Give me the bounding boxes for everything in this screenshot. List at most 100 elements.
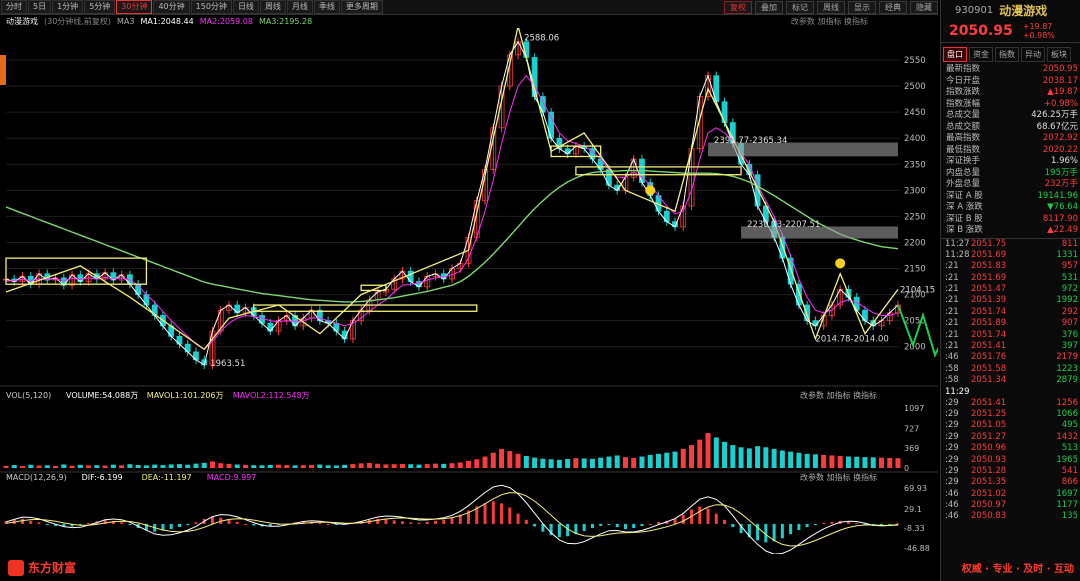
tick-price: 2051.27 [971, 431, 1007, 442]
tick-row: :21 2051.47 972 [941, 284, 1080, 295]
volume-bar [342, 464, 348, 468]
quote-header: 930901 动漫游戏 [941, 0, 1080, 20]
macd-tick-label: 69.93 [904, 484, 927, 493]
tick-price: 2051.28 [971, 465, 1007, 476]
stat-row: 最高指数 2072.92 [941, 133, 1080, 145]
last-price-label: 2104.15 [900, 286, 935, 296]
tick-time: :29 [945, 420, 959, 431]
param-buttons[interactable]: 改参数 加指标 换指标 [791, 16, 868, 27]
volume-bar [730, 445, 736, 468]
volume-bar [573, 458, 579, 468]
quote-tab[interactable]: 盘口 [943, 47, 967, 62]
period-button[interactable]: 40分钟 [153, 0, 190, 14]
stat-label: 最高指数 [946, 133, 981, 143]
macd-bar [210, 516, 214, 524]
bottom-label: 2014.78-2014.00 [815, 335, 888, 345]
tick-price: 2051.58 [971, 363, 1007, 374]
kline-chart[interactable]: 2000205021002150220022502300235024002450… [0, 28, 938, 554]
y-tick-label: 2000 [904, 343, 926, 353]
macd-bar [442, 519, 446, 524]
tick-time: :29 [945, 397, 959, 408]
volume-bar [614, 455, 620, 468]
tool-button[interactable]: 隐藏 [910, 0, 938, 14]
macd-bar [566, 523, 570, 537]
stat-label: 深 A 涨跌 [946, 202, 983, 212]
volume-bar [639, 456, 645, 468]
period-button[interactable]: 5分钟 [84, 0, 116, 14]
macd-bar [409, 522, 413, 524]
volume-bar [870, 457, 876, 468]
period-button[interactable]: 日线 [232, 0, 259, 14]
stat-row: 指数涨幅 +0.98% [941, 99, 1080, 111]
macd-bar [128, 523, 132, 525]
volume-bar [812, 454, 818, 468]
quote-tab[interactable]: 异动 [1021, 47, 1045, 62]
vol-tick-label: 727 [904, 424, 919, 433]
macd-bar [235, 521, 239, 524]
volume-bar [788, 451, 794, 468]
tool-button[interactable]: 复权 [724, 0, 752, 14]
stat-row: 深证 B 股 8117.90 [941, 214, 1080, 226]
tick-volume: 541 [1061, 465, 1078, 476]
volume-bar [94, 465, 100, 468]
stat-label: 总成交额 [946, 121, 981, 132]
quote-tab[interactable]: 指数 [995, 47, 1019, 62]
volume-bar [218, 463, 224, 468]
tick-price: 2051.05 [971, 420, 1007, 431]
period-button[interactable]: 分时 [1, 0, 27, 14]
macd-bar [780, 523, 784, 539]
volume-bar [449, 463, 455, 468]
quote-panel: 930901 动漫游戏 2050.95 +19.87 +0.98% 盘口 资金 指数… [940, 0, 1080, 581]
tick-list[interactable]: 11:27 2051.75 811 11:28 2051.69 1331:21 2051.8… [941, 237, 1080, 523]
stat-row: 总成交量 426.25万手 [941, 110, 1080, 122]
volume-bar [226, 463, 232, 468]
period-button[interactable]: 季线 [313, 0, 340, 14]
quote-tab[interactable]: 板块 [1047, 47, 1071, 62]
volume-bar [135, 465, 141, 468]
volume-bar [193, 463, 199, 468]
panel-header-text: VOLUME:54.088万 [66, 391, 138, 400]
tool-button[interactable]: 叠加 [755, 0, 783, 14]
stat-value: 68.67亿元 [1036, 121, 1078, 132]
volume-bar [251, 465, 257, 468]
stat-row: 最新指数 2050.95 [941, 64, 1080, 76]
macd-bar [516, 513, 520, 524]
period-button[interactable]: 1分钟 [52, 0, 84, 14]
period-button[interactable]: 周线 [259, 0, 286, 14]
tick-volume: 1331 [1056, 249, 1078, 260]
tick-row: :29 2051.05 495 [941, 420, 1080, 431]
panel-header-text: VOL(5,120) [6, 391, 51, 400]
macd-bar [87, 522, 91, 524]
tick-time: :21 [945, 329, 959, 340]
volume-bar [3, 465, 9, 468]
tick-time: :21 [945, 341, 959, 352]
tool-button[interactable]: 经典 [879, 0, 907, 14]
tick-volume: 866 [1061, 477, 1078, 488]
period-button[interactable]: 更多周期 [340, 0, 383, 14]
volume-bar [763, 447, 769, 468]
period-button[interactable]: 5日 [28, 0, 52, 14]
macd-bar [656, 521, 660, 524]
tick-time: :29 [945, 477, 959, 488]
volume-bar [598, 457, 604, 468]
stat-label: 今日开盘 [946, 75, 981, 86]
period-button[interactable]: 150分钟 [190, 0, 232, 14]
volume-bar [317, 464, 323, 468]
volume-bar [589, 458, 595, 468]
tick-volume: 2179 [1056, 352, 1078, 363]
macd-bar [681, 514, 685, 524]
volume-bar [77, 464, 83, 468]
volume-bar [606, 456, 612, 468]
ma2-value: MA2:2059.08 [199, 17, 253, 26]
tool-button[interactable]: 标记 [786, 0, 814, 14]
tool-button[interactable]: 显示 [848, 0, 876, 14]
period-toolbar: 分时 5日 1分钟 5分钟 30分钟 40分钟 150分钟 日线 周线 月线 季线 更多周期 复权 叠加标… [0, 0, 938, 15]
tick-time: 11:27 [945, 238, 970, 249]
macd-bar [590, 523, 594, 529]
period-button[interactable]: 月线 [286, 0, 313, 14]
quote-tab[interactable]: 资金 [969, 47, 993, 62]
period-button[interactable]: 30分钟 [116, 0, 153, 14]
tool-button[interactable]: 周线 [817, 0, 845, 14]
macd-bar [500, 503, 504, 524]
macd-bar [607, 523, 611, 525]
